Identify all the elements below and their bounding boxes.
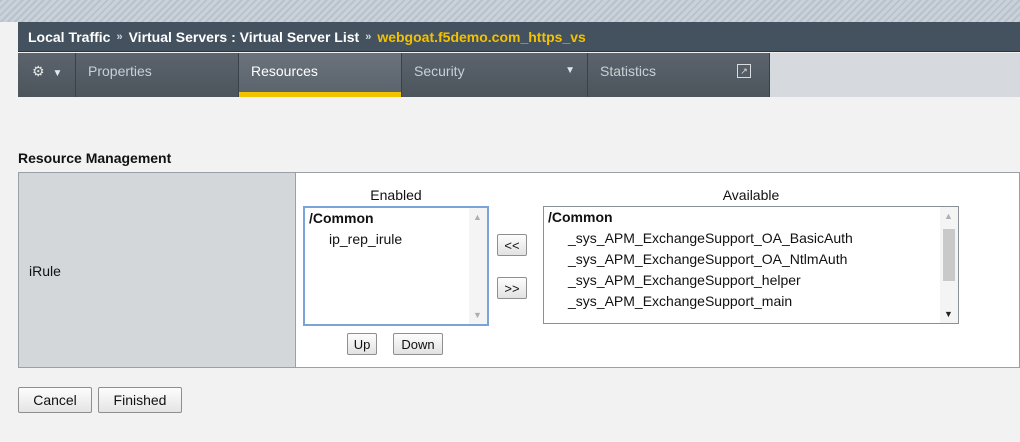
section-title: Resource Management (18, 150, 172, 166)
breadcrumb-current: webgoat.f5demo.com_https_vs (377, 28, 586, 45)
finished-button[interactable]: Finished (98, 387, 182, 413)
scroll-down-icon[interactable]: ▼ (473, 310, 482, 320)
available-header: Available (722, 187, 780, 203)
enabled-scrollbar[interactable]: ▲ ▼ (469, 208, 487, 324)
available-item[interactable]: _sys_APM_ExchangeSupport_main (544, 291, 958, 312)
tab-statistics[interactable]: Statistics ↗ (588, 53, 770, 97)
tab-security-label: Security (414, 63, 465, 79)
breadcrumb-separator-icon: » (365, 30, 372, 43)
resource-table: iRule Enabled Available /Common ip_rep_i… (18, 172, 1020, 368)
move-to-enabled-button[interactable]: << (497, 234, 527, 256)
tab-gear-menu[interactable]: ⚙ ▼ (18, 53, 76, 97)
top-banner (0, 0, 1020, 22)
enabled-item-ip-rep-irule[interactable]: ip_rep_irule (305, 229, 487, 250)
move-up-button[interactable]: Up (347, 333, 377, 355)
tab-resources-label: Resources (251, 63, 318, 79)
scrollbar-thumb[interactable] (943, 229, 955, 281)
available-item[interactable]: _sys_APM_ExchangeSupport_helper (544, 270, 958, 291)
scroll-up-icon[interactable]: ▲ (944, 211, 953, 221)
available-scrollbar[interactable]: ▲ ▼ (940, 207, 958, 323)
chevron-down-icon: ▼ (565, 65, 575, 76)
breadcrumb-local-traffic[interactable]: Local Traffic (28, 29, 110, 45)
move-down-button[interactable]: Down (393, 333, 443, 355)
tab-bar: ⚙ ▼ Properties Resources Security ▼ Stat… (18, 53, 1020, 97)
tab-properties-label: Properties (88, 63, 152, 79)
tab-statistics-label: Statistics (600, 63, 657, 79)
scroll-down-icon[interactable]: ▼ (944, 309, 953, 319)
irule-label: iRule (29, 263, 61, 279)
tab-properties[interactable]: Properties (76, 53, 239, 97)
enabled-group[interactable]: /Common (305, 208, 487, 229)
chevron-down-icon: ▼ (52, 68, 63, 79)
enabled-header: Enabled (370, 187, 422, 203)
tab-security[interactable]: Security ▼ (402, 53, 588, 97)
gear-icon: ⚙ (32, 63, 45, 79)
scroll-up-icon[interactable]: ▲ (473, 212, 482, 222)
move-to-available-button[interactable]: >> (497, 277, 527, 299)
available-item[interactable]: _sys_APM_ExchangeSupport_OA_NtlmAuth (544, 249, 958, 270)
enabled-listbox[interactable]: /Common ip_rep_irule ▲ ▼ (303, 206, 489, 326)
row-label-cell: iRule (19, 173, 296, 367)
breadcrumb-virtual-server-list[interactable]: Virtual Servers : Virtual Server List (129, 29, 360, 45)
available-item[interactable]: _sys_APM_ExchangeSupport_OA_BasicAuth (544, 228, 958, 249)
external-link-icon[interactable]: ↗ (737, 64, 751, 78)
breadcrumb: Local Traffic » Virtual Servers : Virtua… (18, 22, 1020, 52)
breadcrumb-separator-icon: » (116, 30, 123, 43)
tab-resources[interactable]: Resources (239, 53, 402, 97)
cancel-button[interactable]: Cancel (18, 387, 92, 413)
available-listbox[interactable]: /Common _sys_APM_ExchangeSupport_OA_Basi… (543, 206, 959, 324)
available-group[interactable]: /Common (544, 207, 958, 228)
